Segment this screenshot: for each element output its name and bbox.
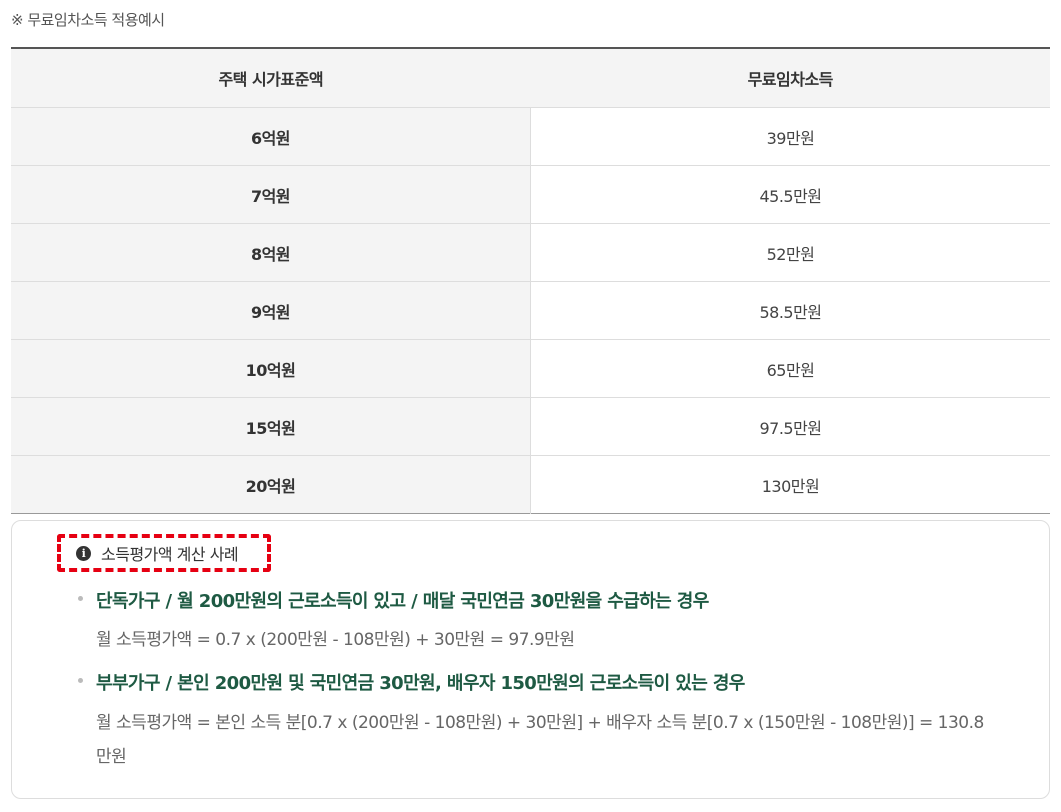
price-cell: 7억원 — [11, 165, 531, 224]
price-cell: 6억원 — [11, 107, 531, 166]
price-cell: 10억원 — [11, 339, 531, 398]
table-row: 7억원 45.5만원 — [11, 165, 1050, 224]
table-row: 6억원 39만원 — [11, 107, 1050, 166]
column-header-income: 무료임차소득 — [530, 48, 1050, 108]
case-heading-couple: 부부가구 / 본인 200만원 및 국민연금 30만원, 배우자 150만원의 … — [78, 669, 745, 695]
price-cell: 9억원 — [11, 281, 531, 340]
calculation-example-box: i 소득평가액 계산 사례 단독가구 / 월 200만원의 근로소득이 있고 /… — [11, 520, 1050, 799]
table-header-row: 주택 시가표준액 무료임차소득 — [11, 48, 1050, 108]
free-rent-income-table: 주택 시가표준액 무료임차소득 6억원 39만원 7억원 45.5만원 8억원 … — [11, 47, 1050, 514]
case-calculation-single: 월 소득평가액 = 0.7 x (200만원 - 108만원) + 30만원 =… — [96, 630, 575, 650]
example-title-highlight: i 소득평가액 계산 사례 — [57, 534, 271, 572]
income-cell: 39만원 — [530, 107, 1050, 166]
case-calculation-couple: 월 소득평가액 = 본인 소득 분[0.7 x (200만원 - 108만원) … — [96, 713, 984, 767]
income-cell: 97.5만원 — [530, 397, 1050, 456]
price-cell: 20억원 — [11, 455, 531, 514]
example-title: 소득평가액 계산 사례 — [101, 545, 239, 564]
column-header-price: 주택 시가표준액 — [11, 48, 531, 108]
price-cell: 8억원 — [11, 223, 531, 282]
table-row: 20억원 130만원 — [11, 455, 1050, 514]
income-cell: 65만원 — [530, 339, 1050, 398]
table-row: 10억원 65만원 — [11, 339, 1050, 398]
income-cell: 58.5만원 — [530, 281, 1050, 340]
table-row: 9억원 58.5만원 — [11, 281, 1050, 340]
table-note: ※ 무료임차소득 적용예시 — [11, 11, 165, 29]
table-row: 15억원 97.5만원 — [11, 397, 1050, 456]
info-icon: i — [76, 545, 91, 561]
income-cell: 130만원 — [761, 476, 820, 496]
income-cell: 52만원 — [530, 223, 1050, 282]
income-cell: 45.5만원 — [530, 165, 1050, 224]
price-cell: 15억원 — [11, 397, 531, 456]
table-row: 8억원 52만원 — [11, 223, 1050, 282]
case-heading-single: 단독가구 / 월 200만원의 근로소득이 있고 / 매달 국민연금 30만원을… — [78, 587, 709, 613]
